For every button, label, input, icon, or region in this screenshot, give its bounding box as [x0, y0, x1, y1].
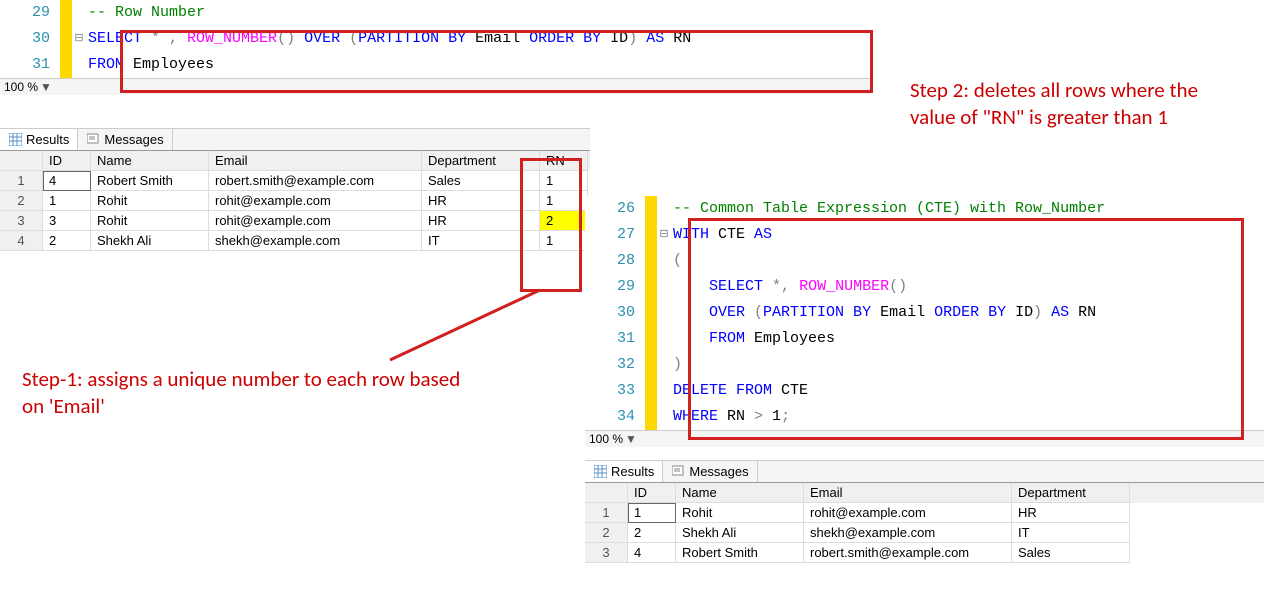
results-pane-right: Results Messages ID Name Email Departmen…	[585, 460, 1264, 563]
col-header-id[interactable]: ID	[43, 151, 91, 171]
cell-dep[interactable]: Sales	[1012, 543, 1130, 563]
chevron-down-icon[interactable]: ▼	[40, 80, 52, 94]
results-grid-icon	[8, 133, 22, 147]
table-row[interactable]: 22Shekh Alishekh@example.comIT	[585, 523, 1264, 543]
line-number: 31	[0, 52, 60, 78]
cell-id[interactable]: 2	[628, 523, 676, 543]
cell-email[interactable]: robert.smith@example.com	[209, 171, 422, 191]
cell-email[interactable]: rohit@example.com	[209, 191, 422, 211]
code-area[interactable]: 29 -- Row Number 30 ⊟ SELECT * , ROW_NUM…	[0, 0, 870, 78]
cell-name[interactable]: Robert Smith	[91, 171, 209, 191]
cell-email[interactable]: robert.smith@example.com	[804, 543, 1012, 563]
cell-email[interactable]: shekh@example.com	[209, 231, 422, 251]
cell-name[interactable]: Shekh Ali	[91, 231, 209, 251]
tab-results[interactable]: Results	[585, 461, 663, 482]
row-number: 1	[0, 171, 43, 191]
table-row[interactable]: 42Shekh Alishekh@example.comIT1	[0, 231, 590, 251]
cell-id[interactable]: 1	[628, 503, 676, 523]
change-gutter	[60, 0, 72, 26]
col-header-rn[interactable]: RN	[540, 151, 588, 171]
cell-email[interactable]: rohit@example.com	[209, 211, 422, 231]
cell-email[interactable]: rohit@example.com	[804, 503, 1012, 523]
results-grid-icon	[593, 465, 607, 479]
cell-rn[interactable]: 1	[540, 191, 588, 211]
connector-line	[380, 280, 550, 370]
tab-messages[interactable]: Messages	[663, 461, 757, 482]
cell-id[interactable]: 1	[43, 191, 91, 211]
table-row[interactable]: 14Robert Smithrobert.smith@example.comSa…	[0, 171, 590, 191]
row-number: 1	[585, 503, 628, 523]
table-row[interactable]: 34Robert Smithrobert.smith@example.comSa…	[585, 543, 1264, 563]
cell-dep[interactable]: HR	[1012, 503, 1130, 523]
cell-name[interactable]: Rohit	[91, 211, 209, 231]
code-fold-icon[interactable]: ⊟	[72, 26, 86, 52]
code-fold-icon[interactable]	[72, 0, 86, 26]
col-header-name[interactable]: Name	[676, 483, 804, 503]
cell-dep[interactable]: Sales	[422, 171, 540, 191]
messages-icon	[86, 133, 100, 147]
line-number: 29	[0, 0, 60, 26]
cell-dep[interactable]: HR	[422, 191, 540, 211]
col-header-id[interactable]: ID	[628, 483, 676, 503]
messages-icon	[671, 465, 685, 479]
row-number: 4	[0, 231, 43, 251]
code-fold-icon[interactable]: ⊟	[657, 222, 671, 248]
col-header-email[interactable]: Email	[209, 151, 422, 171]
cell-dep[interactable]: IT	[1012, 523, 1130, 543]
cell-email[interactable]: shekh@example.com	[804, 523, 1012, 543]
row-number: 3	[585, 543, 628, 563]
cell-name[interactable]: Rohit	[91, 191, 209, 211]
line-number: 30	[0, 26, 60, 52]
zoom-level[interactable]: 100 %	[4, 80, 38, 94]
cell-id[interactable]: 4	[628, 543, 676, 563]
col-header-name[interactable]: Name	[91, 151, 209, 171]
cell-name[interactable]: Robert Smith	[676, 543, 804, 563]
results-pane-left: Results Messages ID Name Email Departmen…	[0, 128, 590, 251]
col-header-email[interactable]: Email	[804, 483, 1012, 503]
cell-rn[interactable]: 2	[540, 211, 588, 231]
cell-rn[interactable]: 1	[540, 171, 588, 191]
table-row[interactable]: 11Rohitrohit@example.comHR	[585, 503, 1264, 523]
row-number: 2	[585, 523, 628, 543]
cell-dep[interactable]: HR	[422, 211, 540, 231]
tab-results[interactable]: Results	[0, 129, 78, 150]
cell-id[interactable]: 2	[43, 231, 91, 251]
table-row[interactable]: 21Rohitrohit@example.comHR1	[0, 191, 590, 211]
cell-dep[interactable]: IT	[422, 231, 540, 251]
row-number: 3	[0, 211, 43, 231]
sql-editor-left: 29 -- Row Number 30 ⊟ SELECT * , ROW_NUM…	[0, 0, 870, 95]
result-grid-left[interactable]: ID Name Email Department RN 14Robert Smi…	[0, 150, 590, 251]
col-header-dep[interactable]: Department	[422, 151, 540, 171]
result-grid-right[interactable]: ID Name Email Department 11Rohitrohit@ex…	[585, 482, 1264, 563]
table-row[interactable]: 33Rohitrohit@example.comHR2	[0, 211, 590, 231]
row-header-corner	[0, 151, 43, 171]
step1-annotation: Step-1: assigns a unique number to each …	[22, 366, 462, 421]
row-number: 2	[0, 191, 43, 211]
tab-messages[interactable]: Messages	[78, 129, 172, 150]
zoom-level[interactable]: 100 %	[589, 432, 623, 446]
sql-editor-right: 26 -- Common Table Expression (CTE) with…	[585, 196, 1264, 447]
cell-id[interactable]: 3	[43, 211, 91, 231]
cell-name[interactable]: Rohit	[676, 503, 804, 523]
cell-rn[interactable]: 1	[540, 231, 588, 251]
code-area[interactable]: 26 -- Common Table Expression (CTE) with…	[585, 196, 1264, 430]
chevron-down-icon[interactable]: ▼	[625, 432, 637, 446]
step2-annotation: Step 2: deletes all rows where the value…	[910, 77, 1240, 132]
cell-name[interactable]: Shekh Ali	[676, 523, 804, 543]
col-header-dep[interactable]: Department	[1012, 483, 1130, 503]
cell-id[interactable]: 4	[43, 171, 91, 191]
